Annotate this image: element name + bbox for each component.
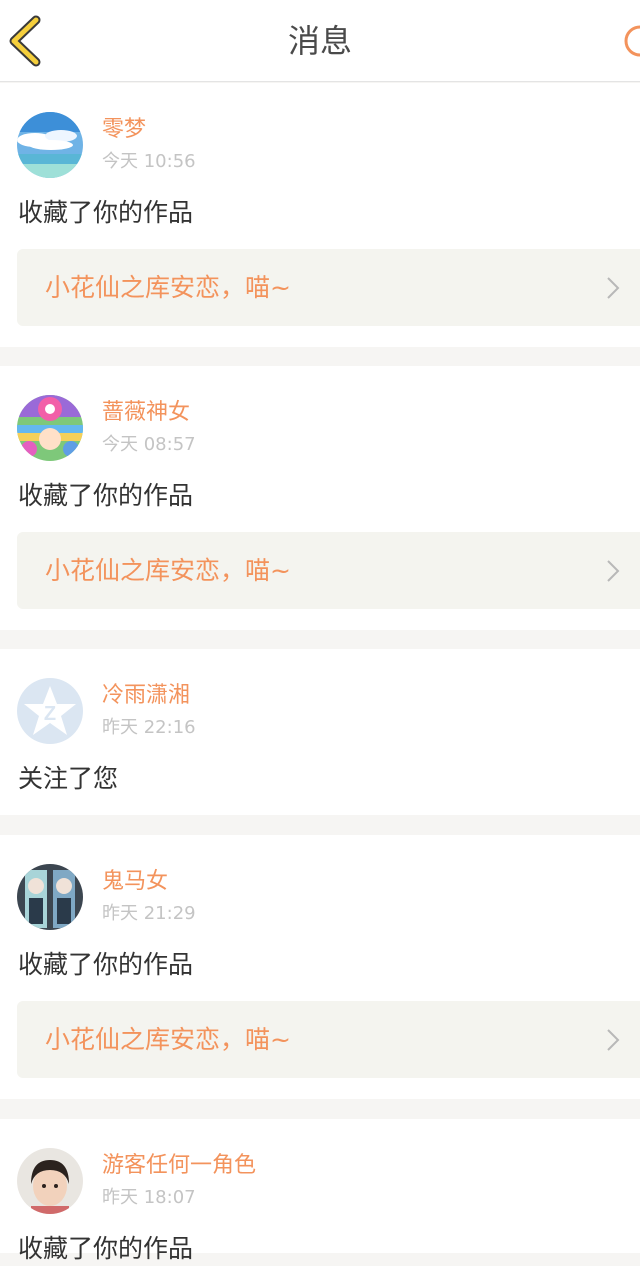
work-link[interactable]: 小花仙之库安恋，喵~ bbox=[17, 1001, 640, 1078]
action-text: 关注了您 bbox=[18, 764, 119, 793]
timestamp: 今天 08:57 bbox=[102, 434, 196, 455]
work-link[interactable]: 小花仙之库安恋，喵~ bbox=[17, 532, 640, 609]
work-title: 小花仙之库安恋，喵~ bbox=[45, 556, 291, 585]
timestamp: 昨天 22:16 bbox=[102, 717, 196, 738]
chevron-right-icon bbox=[607, 560, 620, 582]
circle-icon bbox=[624, 25, 640, 57]
chevron-right-icon bbox=[607, 1029, 620, 1051]
sky-sea-avatar-icon bbox=[17, 112, 83, 178]
username[interactable]: 冷雨潇湘 bbox=[102, 682, 190, 710]
action-text: 收藏了你的作品 bbox=[18, 198, 194, 227]
action-text: 收藏了你的作品 bbox=[18, 950, 194, 979]
message-card[interactable]: 游客任何一角色 昨天 18:07 收藏了你的作品 bbox=[0, 1119, 640, 1263]
page-title: 消息 bbox=[287, 22, 352, 60]
message-card[interactable]: 零梦 今天 10:56 收藏了你的作品 小花仙之库安恋，喵~ bbox=[0, 83, 640, 347]
avatar[interactable]: Z bbox=[17, 678, 83, 744]
work-title: 小花仙之库安恋，喵~ bbox=[45, 1025, 291, 1054]
girl-photo-avatar-icon bbox=[17, 1148, 83, 1214]
anime-twins-avatar-icon bbox=[17, 864, 83, 930]
work-link[interactable]: 小花仙之库安恋，喵~ bbox=[17, 249, 640, 326]
chevron-right-icon bbox=[607, 277, 620, 299]
anime-colorful-avatar-icon bbox=[17, 395, 83, 461]
action-text: 收藏了你的作品 bbox=[18, 1234, 194, 1263]
nav-bar: 消息 bbox=[0, 0, 640, 82]
avatar[interactable] bbox=[17, 1148, 83, 1214]
timestamp: 今天 10:56 bbox=[102, 151, 196, 172]
svg-text:Z: Z bbox=[44, 703, 56, 725]
username[interactable]: 蔷薇神女 bbox=[102, 399, 190, 427]
timestamp: 昨天 21:29 bbox=[102, 903, 196, 924]
username[interactable]: 零梦 bbox=[102, 116, 146, 144]
message-card[interactable]: Z 冷雨潇湘 昨天 22:16 关注了您 bbox=[0, 649, 640, 815]
avatar[interactable] bbox=[17, 395, 83, 461]
message-card[interactable]: 鬼马女 昨天 21:29 收藏了你的作品 小花仙之库安恋，喵~ bbox=[0, 835, 640, 1099]
work-title: 小花仙之库安恋，喵~ bbox=[45, 273, 291, 302]
avatar[interactable] bbox=[17, 864, 83, 930]
avatar[interactable] bbox=[17, 112, 83, 178]
default-qq-avatar-icon: Z bbox=[17, 678, 83, 744]
action-text: 收藏了你的作品 bbox=[18, 481, 194, 510]
nav-action-button[interactable] bbox=[620, 24, 640, 58]
username[interactable]: 游客任何一角色 bbox=[102, 1152, 256, 1180]
message-card[interactable]: 蔷薇神女 今天 08:57 收藏了你的作品 小花仙之库安恋，喵~ bbox=[0, 366, 640, 630]
username[interactable]: 鬼马女 bbox=[102, 868, 168, 896]
timestamp: 昨天 18:07 bbox=[102, 1187, 196, 1208]
